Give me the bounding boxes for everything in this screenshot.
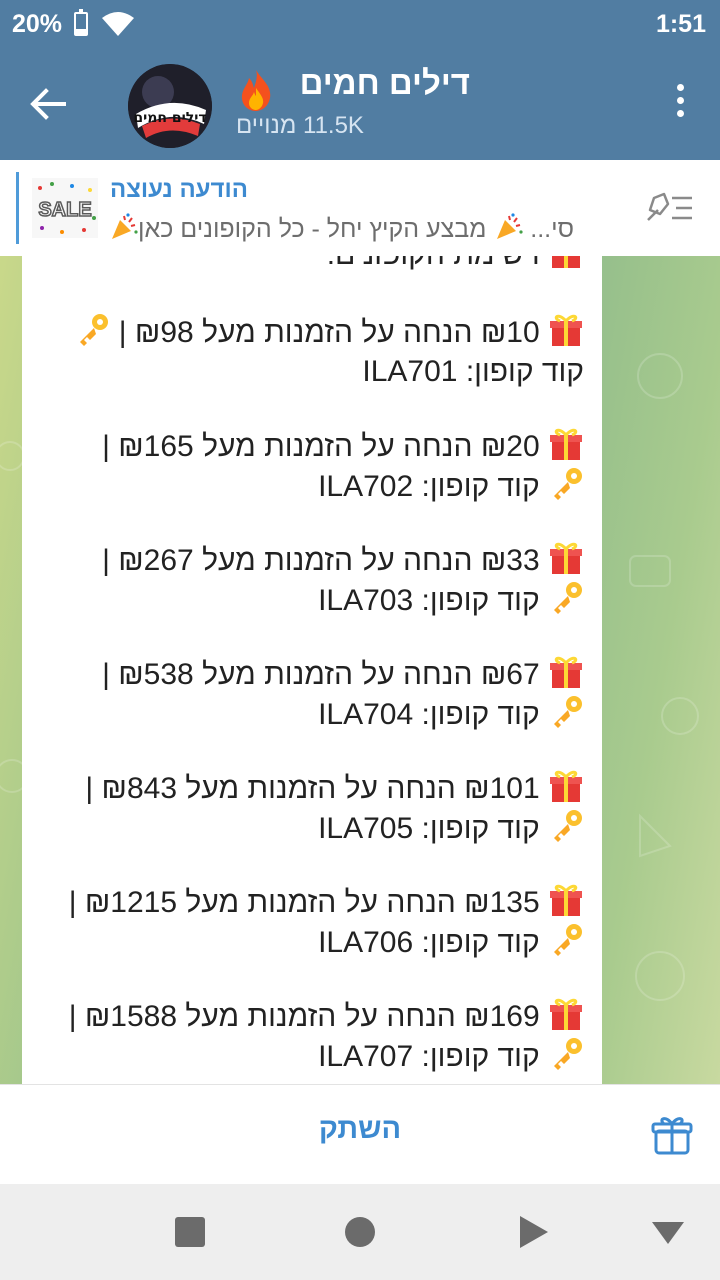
system-nav-bar [0, 1184, 720, 1280]
home-icon[interactable] [345, 1217, 375, 1247]
key-icon [554, 1038, 582, 1070]
sale-thumbnail: SALE [32, 178, 98, 238]
key-icon [554, 468, 582, 500]
coupon-line-7: ₪169 הנחה על הזמנות מעל ₪1588 | [69, 996, 584, 1037]
coupon-offer-text: ₪20 הנחה על הזמנות מעל ₪165 | [102, 430, 540, 463]
gift-emoji-icon [552, 256, 580, 268]
coupon-code-line-5: קוד קופון: ILA705 [318, 808, 584, 849]
key-icon [554, 810, 582, 842]
coupon-offer-text: ₪67 הנחה על הזמנות מעל ₪538 | [102, 658, 540, 691]
coupon-offer-text: ₪169 הנחה על הזמנות מעל ₪1588 | [68, 1000, 540, 1033]
chat-area[interactable]: רשימת הקופונים: ₪10 הנחה על הזמנות מעל ₪… [0, 256, 720, 1084]
sale-thumb-text: SALE [38, 199, 91, 221]
avatar-text: דילים חמים [133, 110, 206, 126]
coupon-code-line-3: קוד קופון: ILA703 [318, 580, 584, 621]
coupon-line-3: ₪33 הנחה על הזמנות מעל ₪267 | [102, 540, 584, 581]
pinned-preview: מבצע הקיץ יחל - כל הקופונים כאן סי... [108, 212, 638, 244]
gift-icon[interactable] [650, 1113, 694, 1157]
key-icon [80, 314, 109, 346]
coupon-code-line-6: קוד קופון: ILA706 [318, 922, 584, 963]
coupon-line-6: ₪135 הנחה על הזמנות מעל ₪1215 | [69, 882, 584, 923]
coupon-offer-text: ₪33 הנחה על הזמנות מעל ₪267 | [102, 544, 540, 577]
coupon-code-label: קוד קופון: [421, 1040, 540, 1073]
party-popper-icon [497, 213, 523, 239]
coupon-line-1: ₪10 הנחה על הזמנות מעל ₪98 | [74, 312, 584, 353]
gift-emoji-icon [550, 314, 582, 346]
gift-emoji-icon [550, 428, 582, 460]
message-bubble[interactable]: רשימת הקופונים: ₪10 הנחה על הזמנות מעל ₪… [22, 256, 602, 1084]
coupon-code-label: קוד קופון: [421, 698, 540, 731]
pinned-label: הודעה נעוצה [110, 176, 248, 203]
coupon-code-line-4: קוד קופון: ILA704 [318, 694, 584, 735]
subscriber-count: 11.5K מנויים [236, 112, 364, 139]
coupon-code[interactable]: ILA706 [318, 926, 413, 959]
coupon-line-5: ₪101 הנחה על הזמנות מעל ₪843 | [85, 768, 584, 809]
avatar-image: דילים חמים [128, 64, 212, 148]
gift-emoji-icon [550, 542, 582, 574]
coupon-code-label: קוד קופון: [465, 355, 584, 388]
coupon-line-4: ₪67 הנחה על הזמנות מעל ₪538 | [102, 654, 584, 695]
party-popper-icon [112, 213, 138, 239]
pinned-text-main: מבצע הקיץ יחל - כל הקופונים כאן [138, 215, 487, 243]
bottom-action-bar: השתק [0, 1084, 720, 1185]
coupon-code-line-2: קוד קופון: ILA702 [318, 466, 584, 507]
key-icon [554, 696, 582, 728]
unpin-icon[interactable] [644, 190, 696, 226]
key-icon [554, 582, 582, 614]
coupon-code-line-1: קוד קופון: ILA701 [362, 352, 584, 392]
coupon-code[interactable]: ILA702 [318, 470, 413, 503]
pinned-accent-bar [16, 172, 19, 244]
status-bar: 20% 1:51 [0, 0, 720, 50]
coupon-code-label: קוד קופון: [421, 926, 540, 959]
clock: 1:51 [655, 10, 706, 38]
coupon-offer-text: ₪135 הנחה על הזמנות מעל ₪1215 | [68, 886, 540, 919]
chat-header: דילים חמים דילים חמים 11.5K מנויים [0, 50, 720, 160]
coupon-line-2: ₪20 הנחה על הזמנות מעל ₪165 | [102, 426, 584, 467]
message-partial-text: רשימת הקופונים: [327, 256, 540, 271]
nav-dropdown-icon[interactable] [650, 1220, 686, 1246]
wifi-icon [102, 12, 134, 36]
pinned-message[interactable]: SALE הודעה נעוצה מבצע הקיץ יחל - כל הקופ… [0, 160, 720, 257]
coupon-code[interactable]: ILA701 [362, 355, 457, 388]
coupon-code-line-7: קוד קופון: ILA707 [318, 1036, 584, 1077]
coupon-code[interactable]: ILA705 [318, 812, 413, 845]
coupon-code-label: קוד קופון: [421, 584, 540, 617]
gift-emoji-icon [550, 770, 582, 802]
fire-icon [241, 70, 271, 111]
gift-emoji-icon [550, 656, 582, 688]
channel-title[interactable]: דילים חמים [300, 64, 470, 102]
battery-percentage: 20% [12, 10, 63, 38]
more-options-icon[interactable] [670, 84, 690, 124]
coupon-code-label: קוד קופון: [421, 812, 540, 845]
coupon-offer-text: ₪10 הנחה על הזמנות מעל ₪98 | [118, 316, 540, 349]
channel-avatar[interactable]: דילים חמים [128, 64, 212, 148]
key-icon [554, 924, 582, 956]
coupon-code[interactable]: ILA703 [318, 584, 413, 617]
nav-back-icon[interactable] [518, 1214, 550, 1250]
coupon-offer-text: ₪101 הנחה על הזמנות מעל ₪843 | [85, 772, 540, 805]
coupon-code-label: קוד קופון: [421, 470, 540, 503]
battery-icon [74, 9, 88, 36]
message-partial-line: רשימת הקופונים: [327, 256, 584, 275]
gift-emoji-icon [550, 998, 582, 1030]
recent-apps-icon[interactable] [175, 1217, 205, 1247]
back-arrow-icon[interactable] [24, 80, 72, 128]
mute-button[interactable]: השתק [260, 1113, 460, 1146]
coupon-code[interactable]: ILA704 [318, 698, 413, 731]
pinned-text-tail: סי... [530, 215, 575, 243]
gift-emoji-icon [550, 884, 582, 916]
coupon-code[interactable]: ILA707 [318, 1040, 413, 1073]
